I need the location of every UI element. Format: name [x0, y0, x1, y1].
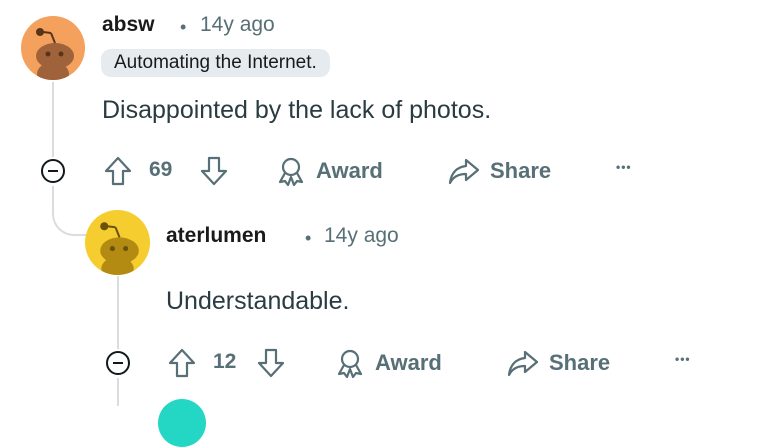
collapse-minus-icon[interactable]	[41, 159, 65, 183]
award-button[interactable]: Award	[275, 155, 383, 187]
downvote-arrow-icon[interactable]	[197, 154, 231, 188]
award-label: Award	[375, 350, 442, 375]
comment-body: Disappointed by the lack of photos.	[102, 96, 492, 124]
downvote-arrow-icon[interactable]	[254, 346, 288, 380]
share-arrow-icon	[448, 158, 480, 185]
comment-username[interactable]: absw	[102, 13, 155, 37]
meta-separator: •	[305, 228, 312, 248]
user-flair: Automating the Internet.	[101, 49, 330, 77]
comment-timestamp[interactable]: 14y ago	[200, 13, 275, 37]
thread-elbow	[52, 200, 88, 236]
share-label: Share	[549, 350, 611, 375]
comment-body: Understandable.	[166, 287, 350, 315]
award-button[interactable]: Award	[334, 347, 442, 379]
snoo-avatar-icon	[36, 28, 74, 80]
collapse-minus-icon[interactable]	[106, 351, 130, 375]
thread-line-2a	[117, 276, 119, 349]
upvote-arrow-icon[interactable]	[165, 346, 199, 380]
award-ribbon-icon	[337, 349, 363, 379]
share-button[interactable]: Share	[447, 155, 551, 187]
thread-line-2b	[117, 378, 119, 406]
share-arrow-icon	[507, 350, 539, 377]
vote-count: 12	[213, 350, 237, 373]
vote-count: 69	[149, 158, 173, 181]
upvote-arrow-icon[interactable]	[101, 154, 135, 188]
avatar-absw[interactable]	[21, 16, 85, 80]
share-label: Share	[490, 158, 552, 183]
award-label: Award	[316, 158, 383, 183]
avatar-aterlumen[interactable]	[85, 210, 150, 275]
comment-username[interactable]: aterlumen	[166, 224, 266, 248]
comment-timestamp[interactable]: 14y ago	[324, 224, 399, 248]
more-options-button[interactable]: •••	[675, 352, 691, 366]
share-button[interactable]: Share	[506, 347, 610, 379]
more-options-button[interactable]: •••	[616, 160, 632, 174]
snoo-avatar-icon	[100, 222, 139, 275]
meta-separator: •	[180, 17, 187, 37]
award-ribbon-icon	[278, 157, 304, 187]
avatar-next-reply[interactable]	[158, 399, 206, 447]
thread-line-1a	[52, 82, 54, 157]
